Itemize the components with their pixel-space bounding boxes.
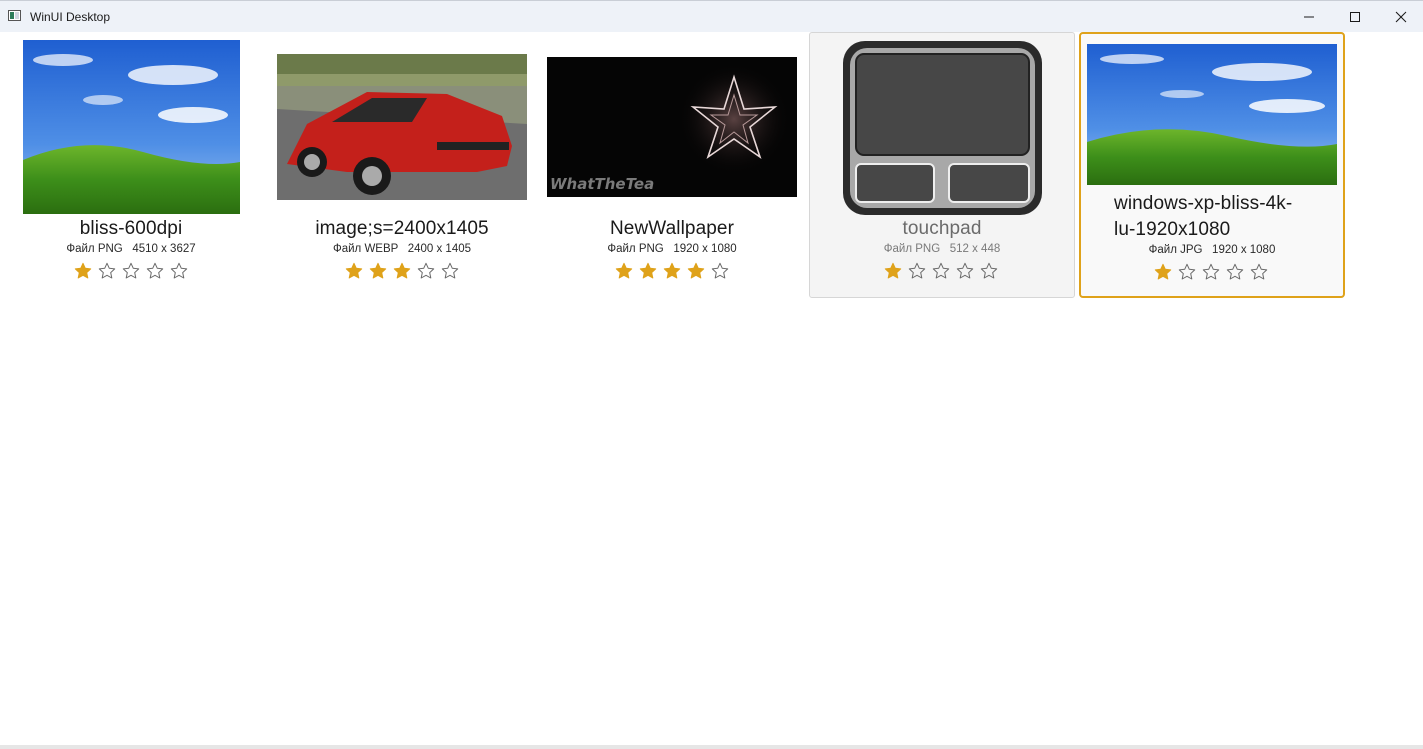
photo-name: image;s=2400x1405 [315,218,489,239]
star-filled-icon[interactable] [612,262,636,280]
maximize-button[interactable] [1332,1,1378,32]
star-empty-icon[interactable] [1175,263,1199,281]
star-empty-icon[interactable] [1223,263,1247,281]
photo-meta: Файл PNG 4510 x 3627 [66,243,196,255]
rating-stars[interactable] [881,262,1001,280]
photo-meta: Файл PNG 1920 x 1080 [607,243,737,255]
landscape-thumbnail [23,40,240,214]
close-button[interactable] [1378,1,1423,32]
photo-tile[interactable]: bliss-600dpi Файл PNG 4510 x 3627 [14,32,248,298]
landscape-thumbnail [1087,44,1337,185]
star-empty-icon[interactable] [953,262,977,280]
star-filled-icon[interactable] [1151,263,1175,281]
star-filled-icon[interactable] [684,262,708,280]
star-filled-icon[interactable] [660,262,684,280]
star-filled-icon[interactable] [881,262,905,280]
photo-tile[interactable]: windows-xp-bliss-4k- lu-1920x1080 Файл J… [1079,32,1345,298]
photo-name-line: lu-1920x1080 [1114,219,1231,240]
red-car-thumbnail [277,54,527,200]
rating-stars[interactable] [612,262,732,280]
star-empty-icon[interactable] [167,262,191,280]
star-empty-icon[interactable] [1247,263,1271,281]
photo-meta: Файл JPG 1920 x 1080 [1148,244,1276,256]
star-empty-icon[interactable] [929,262,953,280]
star-empty-icon[interactable] [143,262,167,280]
window-title: WinUI Desktop [30,10,111,24]
rating-stars[interactable] [342,262,462,280]
touchpad-icon [841,39,1044,217]
rating-stars[interactable] [71,262,191,280]
photo-tile[interactable]: touchpad Файл PNG 512 x 448 [809,32,1075,298]
maximize-icon [1350,11,1360,22]
star-empty-icon[interactable] [119,262,143,280]
title-bar[interactable]: WinUI Desktop [0,0,1423,32]
star-empty-icon[interactable] [905,262,929,280]
star-filled-icon[interactable] [71,262,95,280]
photo-name: touchpad [902,218,982,239]
photo-meta: Файл WEBP 2400 x 1405 [332,243,472,255]
star-filled-icon[interactable] [636,262,660,280]
dark-logo-thumbnail: WhatTheTea [547,57,797,197]
app-icon [8,10,21,21]
star-empty-icon[interactable] [977,262,1001,280]
photo-meta: Файл PNG 512 x 448 [883,243,1001,255]
photo-name: NewWallpaper [609,218,735,239]
photo-tile[interactable]: WhatTheTea NewWallpaper Файл PNG 1920 x … [538,32,806,298]
minimize-icon [1304,16,1314,17]
minimize-button[interactable] [1286,1,1332,32]
star-empty-icon[interactable] [438,262,462,280]
star-empty-icon[interactable] [1199,263,1223,281]
star-empty-icon[interactable] [708,262,732,280]
photo-name: windows-xp-bliss-4k- lu-1920x1080 [1114,191,1324,243]
thumbnail-watermark: WhatTheTea [550,175,654,193]
close-icon [1395,11,1407,22]
star-filled-icon[interactable] [342,262,366,280]
star-empty-icon[interactable] [414,262,438,280]
photo-name-line: windows-xp-bliss-4k- [1114,193,1293,214]
star-filled-icon[interactable] [390,262,414,280]
star-empty-icon[interactable] [95,262,119,280]
photo-name: bliss-600dpi [79,218,183,239]
window-bottom-edge [0,745,1423,749]
star-filled-icon[interactable] [366,262,390,280]
rating-stars[interactable] [1151,263,1271,281]
photo-tile[interactable]: image;s=2400x1405 Файл WEBP 2400 x 1405 [268,32,536,298]
